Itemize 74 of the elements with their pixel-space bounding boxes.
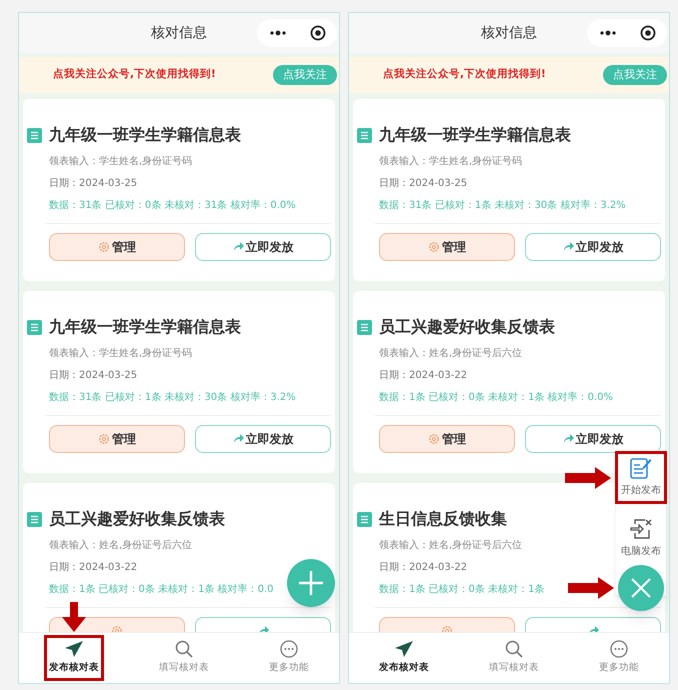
edit-list-icon: [630, 457, 652, 479]
list-icon: [357, 128, 372, 142]
input-fields-text: 领表输入：学生姓名,身份证号码: [379, 155, 522, 169]
more-icon: [610, 640, 628, 658]
date-text: 日期：2024-03-22: [49, 561, 138, 575]
more-icon: [280, 640, 298, 658]
share-icon: [232, 242, 244, 252]
gear-icon: [98, 241, 110, 253]
tab-item[interactable]: 更多功能: [264, 635, 314, 681]
input-fields-text: 领表输入：姓名,身份证号后六位: [379, 347, 522, 361]
annotation-arrow: [565, 466, 611, 488]
stats-text: 数据：1条 已核对：0条 未核对：1条: [379, 583, 544, 597]
menu-item[interactable]: 开始发布: [615, 451, 667, 504]
publish-button[interactable]: 立即发放: [195, 425, 331, 453]
tab-item[interactable]: 发布核对表: [374, 635, 434, 681]
search-icon: [175, 640, 193, 658]
share-icon: [562, 434, 574, 444]
share-icon: [562, 242, 574, 252]
gear-icon: [98, 433, 110, 445]
publish-button[interactable]: 立即发放: [525, 425, 661, 453]
card-title: 九年级一班学生学籍信息表: [49, 316, 241, 338]
manage-button[interactable]: 管理: [379, 233, 515, 261]
share-icon: [232, 434, 244, 444]
card-title: 员工兴趣爱好收集反馈表: [379, 316, 555, 338]
stats-text: 数据：31条 已核对：1条 未核对：30条 核对率：3.2%: [49, 391, 296, 405]
tab-item[interactable]: 填写核对表: [484, 635, 544, 681]
page-title: 核对信息: [481, 24, 537, 42]
menu-item[interactable]: 电脑发布: [615, 512, 667, 565]
annotation-arrow: [62, 602, 86, 632]
publish-button[interactable]: 立即发放: [195, 233, 331, 261]
list-icon: [357, 512, 372, 526]
card-title: 生日信息反馈收集: [379, 508, 507, 530]
card-title: 九年级一班学生学籍信息表: [49, 124, 241, 146]
page-title: 核对信息: [151, 24, 207, 42]
gear-icon: [428, 241, 440, 253]
close-circle-icon[interactable]: [310, 25, 326, 41]
paper-plane-icon: [64, 640, 84, 658]
close-icon: [630, 577, 652, 599]
tab-item[interactable]: 填写核对表: [154, 635, 214, 681]
manage-button[interactable]: 管理: [379, 425, 515, 453]
list-icon: [27, 320, 42, 334]
publish-button[interactable]: 立即发放: [525, 233, 661, 261]
date-text: 日期：2024-03-25: [49, 177, 138, 191]
input-fields-text: 领表输入：姓名,身份证号后六位: [379, 539, 522, 553]
stats-text: 数据：1条 已核对：0条 未核对：1条 核对率：0.0%: [379, 391, 614, 405]
manage-button[interactable]: 管理: [49, 425, 185, 453]
banner-text: 点我关注公众号,下次使用找得到!: [383, 67, 546, 82]
export-icon: [630, 518, 652, 540]
search-icon: [505, 640, 523, 658]
input-fields-text: 领表输入：学生姓名,身份证号码: [49, 347, 192, 361]
gear-icon: [428, 433, 440, 445]
more-icon[interactable]: [268, 30, 286, 36]
more-icon[interactable]: [598, 30, 616, 36]
input-fields-text: 领表输入：学生姓名,身份证号码: [49, 155, 192, 169]
list-icon: [27, 128, 42, 142]
close-circle-icon[interactable]: [640, 25, 656, 41]
manage-button[interactable]: 管理: [49, 233, 185, 261]
date-text: 日期：2024-03-25: [49, 369, 138, 383]
list-icon: [357, 320, 372, 334]
card-title: 员工兴趣爱好收集反馈表: [49, 508, 225, 530]
stats-text: 数据：31条 已核对：0条 未核对：31条 核对率：0.0%: [49, 199, 296, 213]
banner-text: 点我关注公众号,下次使用找得到!: [53, 67, 216, 82]
plus-icon: [298, 570, 324, 596]
tab-item[interactable]: 发布核对表: [44, 635, 104, 681]
stats-text: 数据：31条 已核对：1条 未核对：30条 核对率：3.2%: [379, 199, 626, 213]
date-text: 日期：2024-03-25: [379, 177, 468, 191]
input-fields-text: 领表输入：姓名,身份证号后六位: [49, 539, 192, 553]
stats-text: 数据：1条 已核对：0条 未核对：1条 核对率：0.0: [49, 583, 274, 597]
card-title: 九年级一班学生学籍信息表: [379, 124, 571, 146]
date-text: 日期：2024-03-22: [379, 369, 468, 383]
paper-plane-icon: [394, 640, 414, 658]
date-text: 日期：2024-03-22: [379, 561, 468, 575]
list-icon: [27, 512, 42, 526]
tab-item[interactable]: 更多功能: [594, 635, 644, 681]
